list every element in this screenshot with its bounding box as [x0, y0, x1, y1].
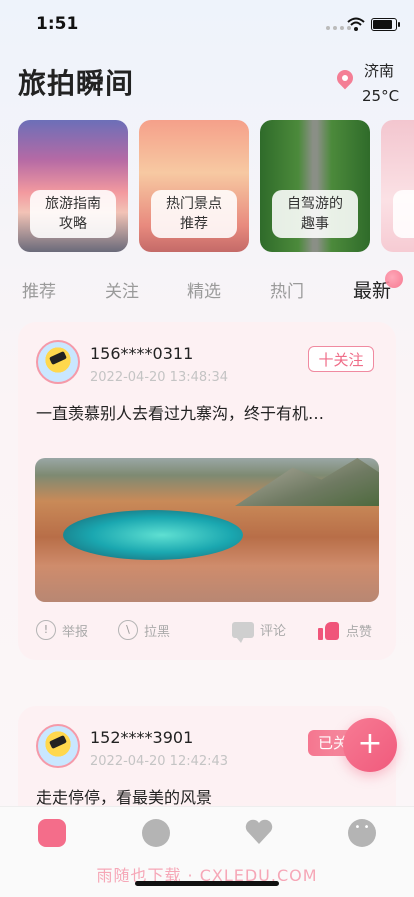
- category-label: 自驾游的 趣事: [272, 190, 358, 238]
- post-timestamp: 2022-04-20 12:42:43: [90, 754, 229, 769]
- tab-recommend[interactable]: 推荐: [22, 277, 56, 302]
- nav-discover-icon[interactable]: [142, 819, 170, 847]
- post-actions: ! 举报 \ 拉黑 评论 点赞: [18, 618, 396, 646]
- alert-icon: !: [36, 620, 56, 640]
- location-pin-icon: [333, 66, 357, 90]
- comment-button[interactable]: 评论: [232, 620, 287, 643]
- location-temperature: 25°C: [362, 87, 400, 105]
- avatar[interactable]: [36, 340, 80, 384]
- status-time: 1:51: [36, 14, 79, 34]
- tab-following[interactable]: 关注: [105, 277, 139, 302]
- category-carousel[interactable]: 旅游指南 攻略 热门景点 推荐 自驾游的 趣事 出: [18, 120, 414, 252]
- block-icon: \: [118, 620, 138, 640]
- wifi-icon: [347, 17, 365, 31]
- post-content: 一直羡慕别人去看过九寨沟，终于有机…: [36, 404, 325, 423]
- battery-icon: [371, 18, 400, 31]
- category-card-guide[interactable]: 旅游指南 攻略: [18, 120, 128, 252]
- post-content: 走走停停，看最美的风景: [36, 788, 213, 807]
- home-indicator: [135, 881, 279, 886]
- add-post-button[interactable]: +: [343, 718, 397, 772]
- tab-featured[interactable]: 精选: [187, 277, 221, 302]
- nav-chat-icon[interactable]: [348, 819, 376, 847]
- comment-label: 评论: [260, 624, 287, 639]
- feed-tabs: 推荐 关注 精选 热门 最新: [0, 272, 414, 306]
- post-username: 152****3901: [90, 728, 194, 747]
- location-city[interactable]: 济南: [364, 60, 394, 81]
- block-button[interactable]: \ 拉黑: [118, 620, 170, 640]
- category-card-road-trip[interactable]: 自驾游的 趣事: [260, 120, 370, 252]
- category-card-more[interactable]: 出: [381, 120, 414, 252]
- post-timestamp: 2022-04-20 13:48:34: [90, 370, 229, 385]
- post-username: 156****0311: [90, 344, 194, 363]
- category-label: 出: [393, 190, 414, 238]
- category-label: 热门景点 推荐: [151, 190, 237, 238]
- report-label: 举报: [62, 624, 89, 640]
- like-button[interactable]: 点赞: [318, 620, 372, 640]
- tab-hot[interactable]: 热门: [270, 277, 304, 302]
- comment-icon: [232, 621, 254, 643]
- page-title: 旅拍瞬间: [18, 67, 135, 100]
- post-photo[interactable]: [35, 458, 379, 602]
- category-card-hot-spots[interactable]: 热门景点 推荐: [139, 120, 249, 252]
- nav-heart-icon[interactable]: [244, 817, 274, 847]
- block-label: 拉黑: [144, 624, 171, 640]
- status-bar: 1:51: [0, 0, 414, 48]
- post-card[interactable]: 156****0311 2022-04-20 13:48:34 十关注 一直羡慕…: [18, 322, 396, 660]
- nav-home-icon[interactable]: [38, 819, 66, 847]
- follow-button[interactable]: 十关注: [308, 346, 374, 372]
- active-tab-indicator: [385, 270, 403, 288]
- like-label: 点赞: [346, 624, 373, 640]
- avatar[interactable]: [36, 724, 80, 768]
- category-label: 旅游指南 攻略: [30, 190, 116, 238]
- photo-lake: [63, 510, 243, 560]
- photo-mountain: [235, 458, 379, 506]
- thumbs-up-icon: [318, 620, 340, 640]
- report-button[interactable]: ! 举报: [36, 620, 88, 640]
